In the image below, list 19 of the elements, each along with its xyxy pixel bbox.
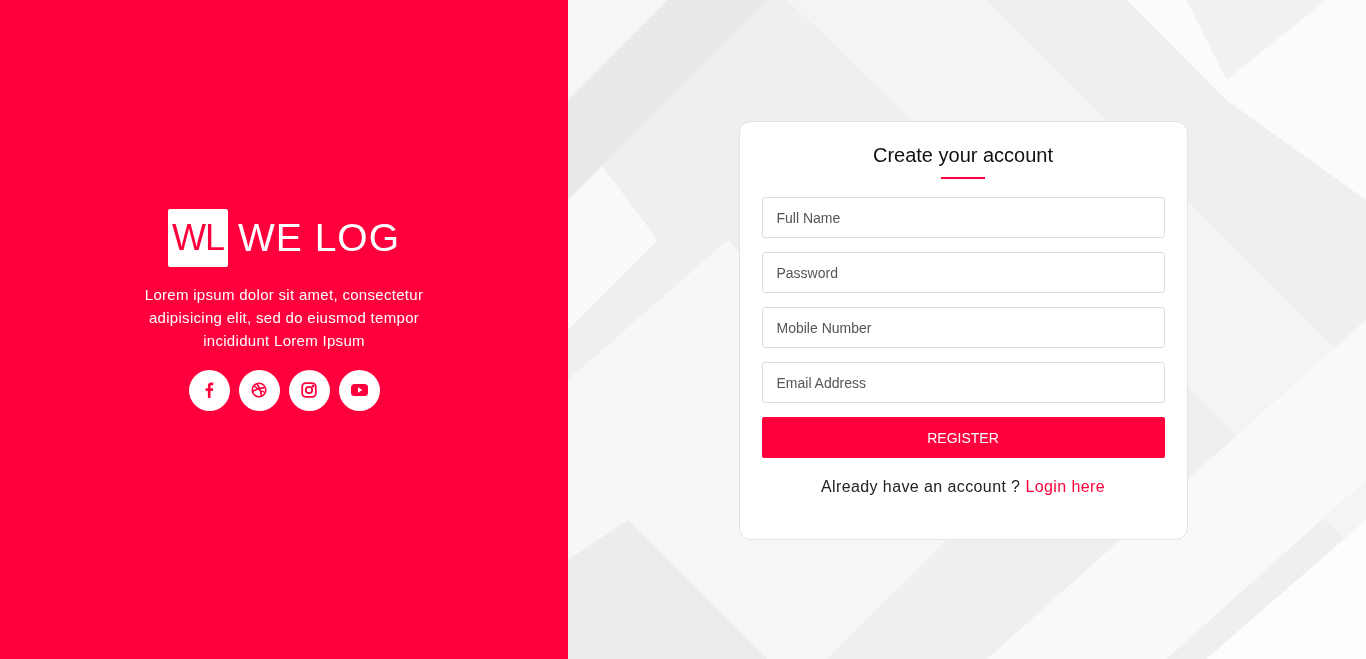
register-button[interactable]: REGISTER	[761, 417, 1165, 458]
social-button[interactable]	[288, 369, 330, 411]
f-letter-icon	[204, 382, 214, 398]
social-button[interactable]	[238, 369, 280, 411]
input-field[interactable]: Password	[761, 252, 1165, 293]
brand-name: WE LOG	[238, 215, 400, 260]
footer-text: Already have an account ?	[820, 478, 1021, 495]
camera-icon	[301, 382, 317, 398]
logo-mark: WL	[168, 208, 228, 267]
social-button[interactable]	[338, 369, 380, 411]
ball-icon	[251, 382, 267, 398]
social-button[interactable]	[188, 369, 230, 411]
input-field[interactable]: Mobile Number	[761, 307, 1165, 348]
form-title: Create your account	[872, 144, 1054, 167]
input-field[interactable]: Full Name	[761, 197, 1165, 238]
tagline: Lorem ipsum dolor sit amet, consectetur adipisicing elit, sed do eiusmod tempor incididunt Lorem Ipsum	[143, 284, 425, 351]
input-field[interactable]: Email Address	[761, 362, 1165, 403]
login-link[interactable]: Login here	[1025, 478, 1106, 495]
play-icon	[350, 384, 368, 396]
